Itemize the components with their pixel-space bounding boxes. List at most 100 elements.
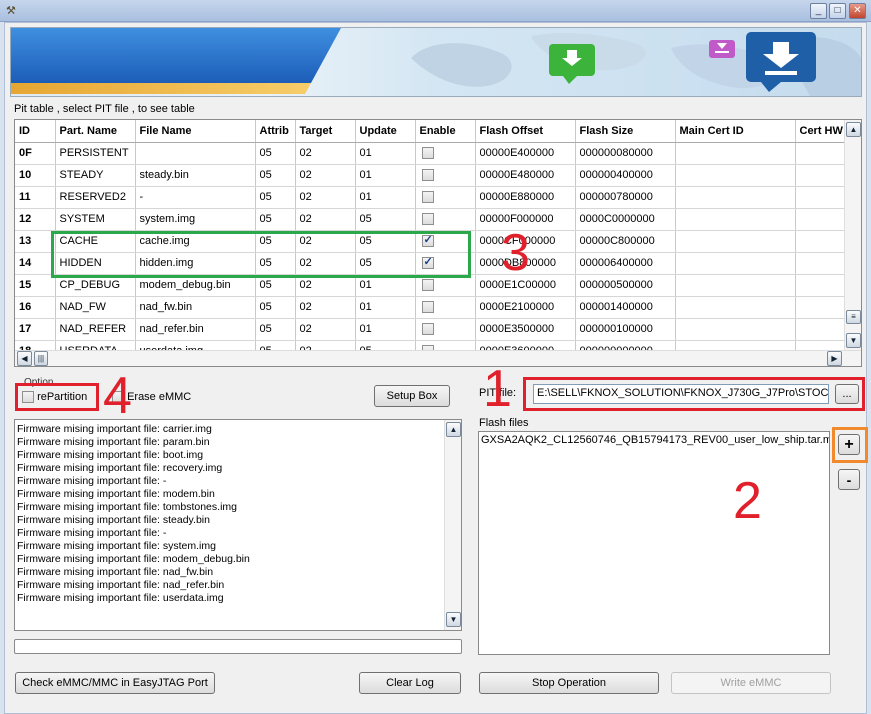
- annotation-number-3: 3: [501, 224, 530, 282]
- column-header[interactable]: Update: [355, 120, 416, 143]
- table-row[interactable]: 16 NAD_FW nad_fw.bin 05 02 01 0000E2100000 0000…: [15, 296, 856, 319]
- close-button[interactable]: ✕: [849, 3, 866, 19]
- world-map-graphic: [411, 32, 861, 96]
- cell-target: 02: [295, 208, 356, 231]
- enable-cell[interactable]: [415, 142, 476, 165]
- hscroll-thumb[interactable]: |||: [34, 351, 48, 366]
- enable-cell[interactable]: [415, 296, 476, 319]
- tools-icon: ⚒: [6, 5, 16, 17]
- table-row[interactable]: 0F PERSISTENT 05 02 01 00000E400000 0000000800…: [15, 142, 856, 165]
- column-header[interactable]: Flash Offset: [475, 120, 576, 143]
- horizontal-scrollbar[interactable]: ◀ ||| ▶: [15, 350, 861, 366]
- clear-log-button[interactable]: Clear Log: [359, 672, 461, 694]
- column-header[interactable]: Attrib: [255, 120, 296, 143]
- cell-id: 13: [15, 230, 56, 253]
- log-line: Firmware mising important file: nad_fw.b…: [17, 566, 214, 578]
- column-header[interactable]: Enable: [415, 120, 476, 143]
- annotation-number-2: 2: [733, 472, 762, 530]
- enable-checkbox[interactable]: [421, 301, 434, 314]
- scroll-left-icon[interactable]: ◀: [17, 351, 32, 366]
- scroll-right-icon[interactable]: ▶: [827, 351, 842, 366]
- flash-file-item[interactable]: GXSA2AQK2_CL12560746_QB15794173_REV00_us…: [479, 432, 829, 448]
- minimize-button[interactable]: _: [810, 3, 827, 19]
- column-header[interactable]: Target: [295, 120, 356, 143]
- column-header[interactable]: Flash Size: [575, 120, 676, 143]
- cell-update: 01: [355, 296, 416, 319]
- cell-attrib: 05: [255, 296, 296, 319]
- check-emmc-button[interactable]: Check eMMC/MMC in EasyJTAG Port: [15, 672, 215, 694]
- cell-target: 02: [295, 318, 356, 341]
- enable-checkbox[interactable]: [421, 191, 434, 204]
- setup-box-button[interactable]: Setup Box: [374, 385, 450, 407]
- table-row[interactable]: 17 NAD_REFER nad_refer.bin 05 02 01 0000E35000…: [15, 318, 856, 341]
- enable-checkbox[interactable]: [421, 323, 434, 336]
- cell-update: 05: [355, 208, 416, 231]
- log-scroll-down-icon[interactable]: ▼: [446, 612, 461, 627]
- cell-id: 14: [15, 252, 56, 275]
- vertical-scrollbar[interactable]: ▲ ≡ ▼: [844, 120, 861, 350]
- table-row[interactable]: 11 RESERVED2-05 02 01 00000E880000 0000007800…: [15, 186, 856, 209]
- cell-empty: [675, 186, 796, 209]
- cell-attrib: 05: [255, 208, 296, 231]
- enable-checkbox[interactable]: [421, 147, 434, 160]
- cell-attrib: 05: [255, 164, 296, 187]
- column-header[interactable]: Part. Name: [55, 120, 136, 143]
- remove-file-button[interactable]: -: [838, 469, 860, 490]
- cell-attrib: 05: [255, 186, 296, 209]
- cell-size: 00000C800000: [575, 230, 676, 253]
- annotation-box-1: [523, 377, 865, 411]
- scroll-up-icon[interactable]: ▲: [846, 122, 861, 137]
- stop-operation-button[interactable]: Stop Operation: [479, 672, 659, 694]
- log-line: Firmware mising important file: -: [17, 475, 167, 487]
- cell-file: [135, 142, 256, 165]
- log-line: Firmware mising important file: userdata…: [17, 592, 224, 604]
- cell-name: PERSISTENT: [55, 142, 136, 165]
- cell-offset: 0000E3500000: [475, 318, 576, 341]
- annotation-number-1: 1: [483, 360, 512, 418]
- enable-cell[interactable]: [415, 208, 476, 231]
- cell-target: 02: [295, 164, 356, 187]
- banner-stripe-graphic: [11, 28, 341, 94]
- log-line: Firmware mising important file: boot.img: [17, 449, 204, 461]
- table-row[interactable]: 12 SYSTEM system.img 05 02 05 00000F000000 0000…: [15, 208, 856, 231]
- pit-table-caption: Pit table , select PIT file , to see tab…: [14, 103, 195, 115]
- cell-update: 01: [355, 142, 416, 165]
- cell-offset: 00000E480000: [475, 164, 576, 187]
- enable-cell[interactable]: [415, 186, 476, 209]
- enable-checkbox[interactable]: [421, 169, 434, 182]
- annotation-box-4: [15, 383, 99, 411]
- cell-attrib: 05: [255, 142, 296, 165]
- add-file-button[interactable]: +: [838, 434, 860, 455]
- scroll-thumb[interactable]: ≡: [846, 310, 861, 324]
- cell-id: 11: [15, 186, 56, 209]
- write-emmc-button[interactable]: Write eMMC: [671, 672, 831, 694]
- enable-cell[interactable]: [415, 164, 476, 187]
- cell-size: 000001400000: [575, 296, 676, 319]
- cell-name: STEADY: [55, 164, 136, 187]
- enable-checkbox[interactable]: [421, 279, 434, 292]
- cell-name: SYSTEM: [55, 208, 136, 231]
- cell-empty: [675, 230, 796, 253]
- enable-checkbox[interactable]: [421, 213, 434, 226]
- log-line: Firmware mising important file: modem.bi…: [17, 488, 215, 500]
- scroll-down-icon[interactable]: ▼: [846, 333, 861, 348]
- table-row[interactable]: 10 STEADY steady.bin 05 02 01 00000E480000 0000…: [15, 164, 856, 187]
- log-scrollbar[interactable]: ▲ ▼: [444, 420, 461, 630]
- column-header[interactable]: File Name: [135, 120, 256, 143]
- flash-files-list[interactable]: GXSA2AQK2_CL12560746_QB15794173_REV00_us…: [478, 431, 830, 655]
- cell-id: 10: [15, 164, 56, 187]
- cell-name: RESERVED2: [55, 186, 136, 209]
- enable-cell[interactable]: [415, 318, 476, 341]
- cell-file: steady.bin: [135, 164, 256, 187]
- cell-empty: [675, 164, 796, 187]
- log-line: Firmware mising important file: modem_de…: [17, 553, 250, 565]
- cell-id: 15: [15, 274, 56, 297]
- log-output[interactable]: Firmware mising important file: carrier.…: [14, 419, 462, 631]
- log-line: Firmware mising important file: carrier.…: [17, 423, 212, 435]
- log-scroll-up-icon[interactable]: ▲: [446, 422, 461, 437]
- cell-id: 17: [15, 318, 56, 341]
- column-header[interactable]: Main Cert ID: [675, 120, 796, 143]
- column-header[interactable]: ID: [15, 120, 56, 143]
- cell-empty: [675, 318, 796, 341]
- maximize-button[interactable]: □: [829, 3, 846, 19]
